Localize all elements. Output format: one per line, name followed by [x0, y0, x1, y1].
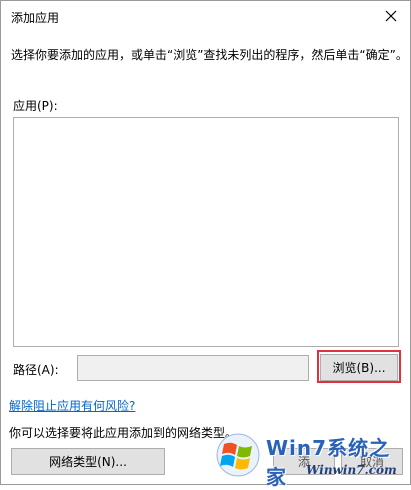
- path-input[interactable]: [77, 355, 309, 381]
- instruction-text: 选择你要添加的应用，或单击“浏览”查找未列出的程序，然后单击“确定”。: [11, 48, 408, 62]
- title-bar: 添加应用: [1, 1, 410, 31]
- unblock-risk-link[interactable]: 解除阻止应用有何风险?: [9, 397, 135, 414]
- browse-button[interactable]: 浏览(B)...: [320, 354, 398, 381]
- network-type-note: 你可以选择要将此应用添加到的网络类型。: [9, 426, 238, 440]
- close-button[interactable]: [378, 3, 404, 29]
- cancel-button[interactable]: 取消: [341, 448, 403, 475]
- close-icon: [385, 10, 397, 22]
- dialog-title: 添加应用: [11, 11, 60, 25]
- apps-listbox[interactable]: [13, 117, 399, 347]
- add-app-dialog: 添加应用 选择你要添加的应用，或单击“浏览”查找未列出的程序，然后单击“确定”。…: [0, 0, 411, 485]
- network-type-button[interactable]: 网络类型(N)...: [11, 448, 165, 475]
- apps-label: 应用(P):: [13, 99, 58, 113]
- path-label: 路径(A):: [13, 363, 59, 377]
- ok-button[interactable]: 添: [273, 448, 335, 475]
